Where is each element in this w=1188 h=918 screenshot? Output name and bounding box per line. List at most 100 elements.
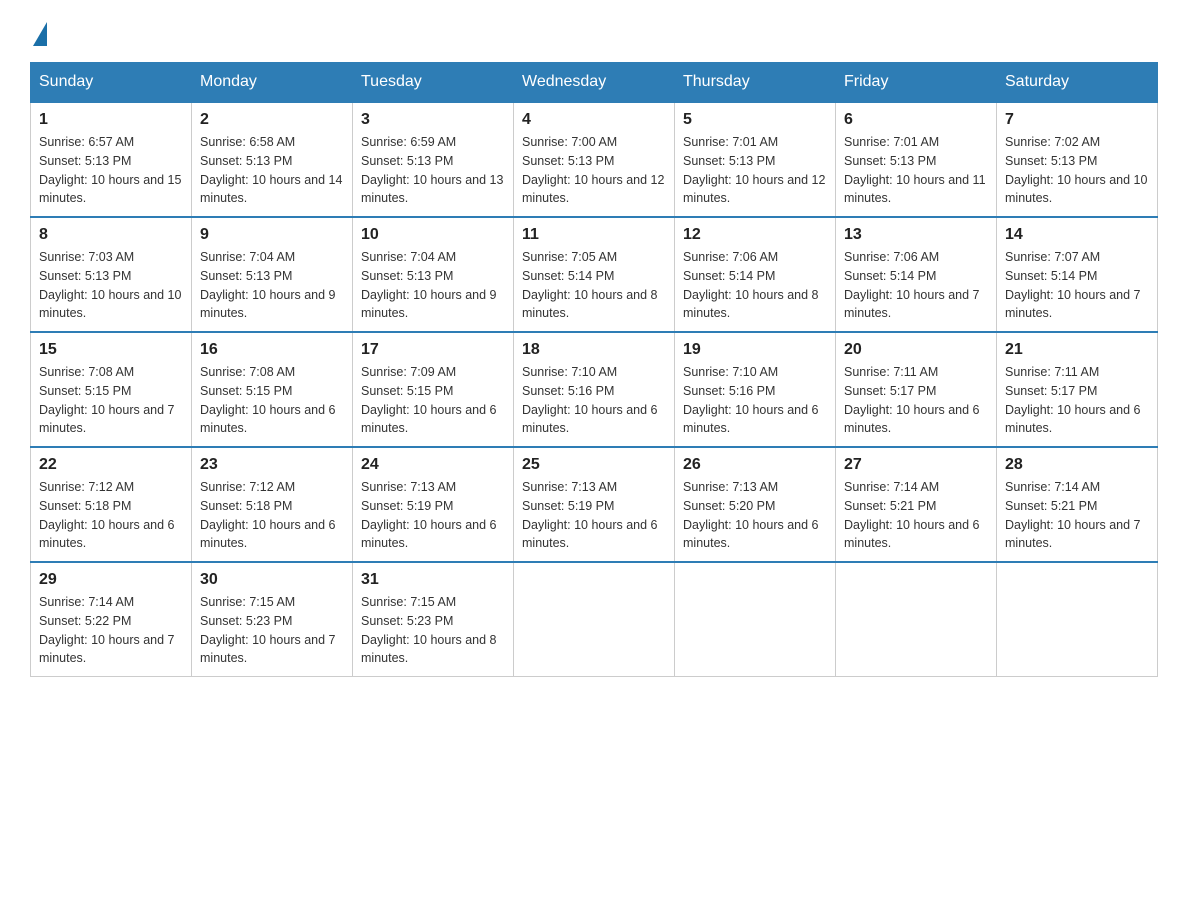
calendar-cell: 5 Sunrise: 7:01 AM Sunset: 5:13 PM Dayli…	[675, 102, 836, 217]
week-row-4: 22 Sunrise: 7:12 AM Sunset: 5:18 PM Dayl…	[31, 447, 1158, 562]
calendar-cell	[514, 562, 675, 677]
header-day-sunday: Sunday	[31, 63, 192, 103]
day-info: Sunrise: 6:58 AM Sunset: 5:13 PM Dayligh…	[200, 133, 344, 208]
week-row-5: 29 Sunrise: 7:14 AM Sunset: 5:22 PM Dayl…	[31, 562, 1158, 677]
calendar-cell: 31 Sunrise: 7:15 AM Sunset: 5:23 PM Dayl…	[353, 562, 514, 677]
calendar-table: SundayMondayTuesdayWednesdayThursdayFrid…	[30, 62, 1158, 677]
calendar-cell	[836, 562, 997, 677]
week-row-2: 8 Sunrise: 7:03 AM Sunset: 5:13 PM Dayli…	[31, 217, 1158, 332]
calendar-cell: 22 Sunrise: 7:12 AM Sunset: 5:18 PM Dayl…	[31, 447, 192, 562]
calendar-cell: 26 Sunrise: 7:13 AM Sunset: 5:20 PM Dayl…	[675, 447, 836, 562]
day-number: 24	[361, 456, 505, 474]
calendar-cell	[997, 562, 1158, 677]
calendar-cell: 14 Sunrise: 7:07 AM Sunset: 5:14 PM Dayl…	[997, 217, 1158, 332]
calendar-cell: 13 Sunrise: 7:06 AM Sunset: 5:14 PM Dayl…	[836, 217, 997, 332]
calendar-cell: 16 Sunrise: 7:08 AM Sunset: 5:15 PM Dayl…	[192, 332, 353, 447]
calendar-cell: 3 Sunrise: 6:59 AM Sunset: 5:13 PM Dayli…	[353, 102, 514, 217]
day-number: 25	[522, 456, 666, 474]
calendar-cell: 30 Sunrise: 7:15 AM Sunset: 5:23 PM Dayl…	[192, 562, 353, 677]
day-number: 16	[200, 341, 344, 359]
calendar-cell: 6 Sunrise: 7:01 AM Sunset: 5:13 PM Dayli…	[836, 102, 997, 217]
calendar-cell: 29 Sunrise: 7:14 AM Sunset: 5:22 PM Dayl…	[31, 562, 192, 677]
header-day-thursday: Thursday	[675, 63, 836, 103]
day-number: 30	[200, 571, 344, 589]
day-number: 20	[844, 341, 988, 359]
day-number: 12	[683, 226, 827, 244]
day-number: 13	[844, 226, 988, 244]
calendar-cell: 12 Sunrise: 7:06 AM Sunset: 5:14 PM Dayl…	[675, 217, 836, 332]
day-info: Sunrise: 7:04 AM Sunset: 5:13 PM Dayligh…	[200, 248, 344, 323]
day-number: 7	[1005, 111, 1149, 129]
day-number: 26	[683, 456, 827, 474]
day-number: 14	[1005, 226, 1149, 244]
day-info: Sunrise: 7:14 AM Sunset: 5:21 PM Dayligh…	[844, 478, 988, 553]
day-info: Sunrise: 7:11 AM Sunset: 5:17 PM Dayligh…	[1005, 363, 1149, 438]
day-info: Sunrise: 7:00 AM Sunset: 5:13 PM Dayligh…	[522, 133, 666, 208]
calendar-cell: 1 Sunrise: 6:57 AM Sunset: 5:13 PM Dayli…	[31, 102, 192, 217]
day-info: Sunrise: 7:13 AM Sunset: 5:20 PM Dayligh…	[683, 478, 827, 553]
day-info: Sunrise: 6:59 AM Sunset: 5:13 PM Dayligh…	[361, 133, 505, 208]
day-info: Sunrise: 7:15 AM Sunset: 5:23 PM Dayligh…	[200, 593, 344, 668]
logo-triangle-icon	[33, 22, 47, 46]
day-info: Sunrise: 7:04 AM Sunset: 5:13 PM Dayligh…	[361, 248, 505, 323]
calendar-cell: 4 Sunrise: 7:00 AM Sunset: 5:13 PM Dayli…	[514, 102, 675, 217]
day-info: Sunrise: 7:09 AM Sunset: 5:15 PM Dayligh…	[361, 363, 505, 438]
day-number: 31	[361, 571, 505, 589]
day-info: Sunrise: 7:14 AM Sunset: 5:22 PM Dayligh…	[39, 593, 183, 668]
calendar-cell: 10 Sunrise: 7:04 AM Sunset: 5:13 PM Dayl…	[353, 217, 514, 332]
calendar-cell: 19 Sunrise: 7:10 AM Sunset: 5:16 PM Dayl…	[675, 332, 836, 447]
day-info: Sunrise: 7:08 AM Sunset: 5:15 PM Dayligh…	[200, 363, 344, 438]
day-info: Sunrise: 6:57 AM Sunset: 5:13 PM Dayligh…	[39, 133, 183, 208]
calendar-cell: 8 Sunrise: 7:03 AM Sunset: 5:13 PM Dayli…	[31, 217, 192, 332]
day-number: 15	[39, 341, 183, 359]
header-day-tuesday: Tuesday	[353, 63, 514, 103]
week-row-3: 15 Sunrise: 7:08 AM Sunset: 5:15 PM Dayl…	[31, 332, 1158, 447]
day-number: 1	[39, 111, 183, 129]
calendar-cell: 11 Sunrise: 7:05 AM Sunset: 5:14 PM Dayl…	[514, 217, 675, 332]
day-info: Sunrise: 7:13 AM Sunset: 5:19 PM Dayligh…	[361, 478, 505, 553]
calendar-cell: 17 Sunrise: 7:09 AM Sunset: 5:15 PM Dayl…	[353, 332, 514, 447]
day-number: 9	[200, 226, 344, 244]
day-number: 2	[200, 111, 344, 129]
calendar-cell: 18 Sunrise: 7:10 AM Sunset: 5:16 PM Dayl…	[514, 332, 675, 447]
day-info: Sunrise: 7:05 AM Sunset: 5:14 PM Dayligh…	[522, 248, 666, 323]
day-info: Sunrise: 7:14 AM Sunset: 5:21 PM Dayligh…	[1005, 478, 1149, 553]
day-info: Sunrise: 7:10 AM Sunset: 5:16 PM Dayligh…	[522, 363, 666, 438]
page-header	[30, 20, 1158, 42]
day-info: Sunrise: 7:12 AM Sunset: 5:18 PM Dayligh…	[39, 478, 183, 553]
day-number: 17	[361, 341, 505, 359]
week-row-1: 1 Sunrise: 6:57 AM Sunset: 5:13 PM Dayli…	[31, 102, 1158, 217]
day-number: 3	[361, 111, 505, 129]
day-number: 6	[844, 111, 988, 129]
calendar-cell	[675, 562, 836, 677]
day-info: Sunrise: 7:11 AM Sunset: 5:17 PM Dayligh…	[844, 363, 988, 438]
day-info: Sunrise: 7:01 AM Sunset: 5:13 PM Dayligh…	[683, 133, 827, 208]
header-day-wednesday: Wednesday	[514, 63, 675, 103]
day-info: Sunrise: 7:06 AM Sunset: 5:14 PM Dayligh…	[844, 248, 988, 323]
day-number: 10	[361, 226, 505, 244]
calendar-cell: 27 Sunrise: 7:14 AM Sunset: 5:21 PM Dayl…	[836, 447, 997, 562]
day-number: 19	[683, 341, 827, 359]
day-info: Sunrise: 7:06 AM Sunset: 5:14 PM Dayligh…	[683, 248, 827, 323]
calendar-cell: 9 Sunrise: 7:04 AM Sunset: 5:13 PM Dayli…	[192, 217, 353, 332]
day-info: Sunrise: 7:01 AM Sunset: 5:13 PM Dayligh…	[844, 133, 988, 208]
day-number: 27	[844, 456, 988, 474]
day-number: 4	[522, 111, 666, 129]
day-info: Sunrise: 7:15 AM Sunset: 5:23 PM Dayligh…	[361, 593, 505, 668]
day-number: 18	[522, 341, 666, 359]
calendar-cell: 15 Sunrise: 7:08 AM Sunset: 5:15 PM Dayl…	[31, 332, 192, 447]
calendar-cell: 24 Sunrise: 7:13 AM Sunset: 5:19 PM Dayl…	[353, 447, 514, 562]
day-number: 8	[39, 226, 183, 244]
header-day-friday: Friday	[836, 63, 997, 103]
day-info: Sunrise: 7:02 AM Sunset: 5:13 PM Dayligh…	[1005, 133, 1149, 208]
logo	[30, 20, 47, 42]
calendar-cell: 23 Sunrise: 7:12 AM Sunset: 5:18 PM Dayl…	[192, 447, 353, 562]
day-info: Sunrise: 7:10 AM Sunset: 5:16 PM Dayligh…	[683, 363, 827, 438]
day-number: 5	[683, 111, 827, 129]
calendar-cell: 20 Sunrise: 7:11 AM Sunset: 5:17 PM Dayl…	[836, 332, 997, 447]
calendar-cell: 2 Sunrise: 6:58 AM Sunset: 5:13 PM Dayli…	[192, 102, 353, 217]
calendar-cell: 21 Sunrise: 7:11 AM Sunset: 5:17 PM Dayl…	[997, 332, 1158, 447]
day-number: 22	[39, 456, 183, 474]
day-info: Sunrise: 7:08 AM Sunset: 5:15 PM Dayligh…	[39, 363, 183, 438]
header-day-monday: Monday	[192, 63, 353, 103]
